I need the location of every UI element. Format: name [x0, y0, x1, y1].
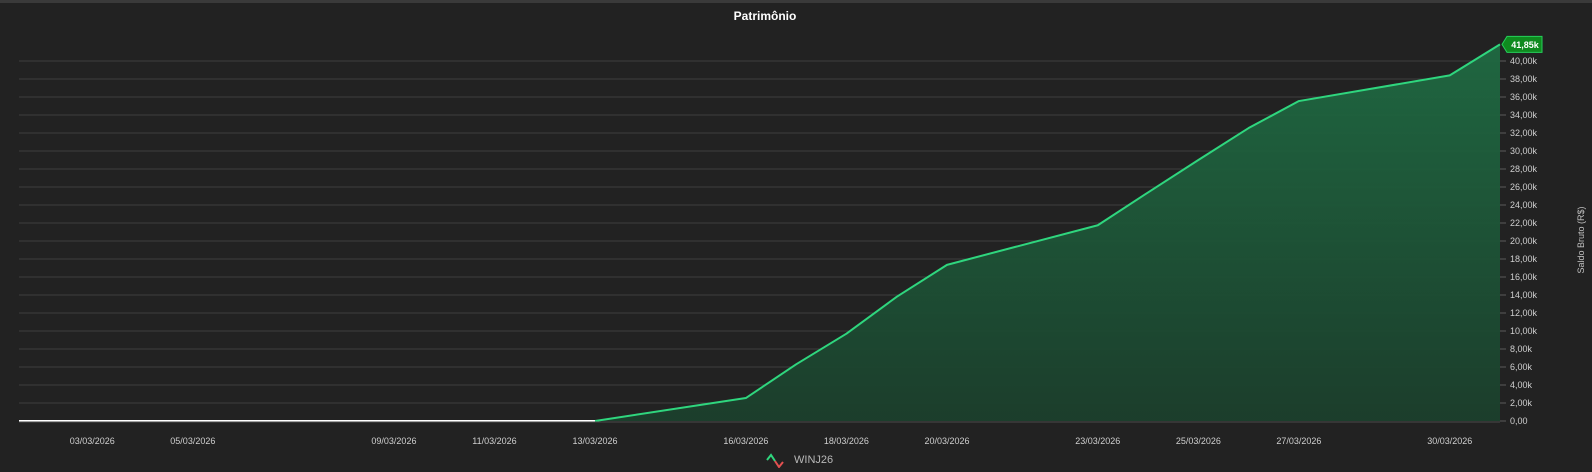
- y-tick-label: 14,00k: [1510, 290, 1538, 300]
- y-tick-label: 16,00k: [1510, 272, 1538, 282]
- series-area-fill: [42, 44, 1500, 421]
- y-tick-label: 26,00k: [1510, 182, 1538, 192]
- y-tick-label: 30,00k: [1510, 146, 1538, 156]
- chart-area: 0,00 2,00k 4,00k 6,00k 8,00k 10,00k 12,00k 14,0…: [19, 35, 1586, 446]
- series-area: [19, 43, 1501, 422]
- y-axis-label: Saldo Bruto (R$): [1576, 206, 1586, 273]
- x-tick-label: 20/03/2026: [924, 436, 969, 446]
- y-tick-label: 24,00k: [1510, 200, 1538, 210]
- y-tick-label: 34,00k: [1510, 110, 1538, 120]
- y-tick-label: 18,00k: [1510, 254, 1538, 264]
- y-tick-label: 32,00k: [1510, 128, 1538, 138]
- x-tick-label: 05/03/2026: [170, 436, 215, 446]
- x-tick-label: 16/03/2026: [723, 436, 768, 446]
- y-tick-label: 10,00k: [1510, 326, 1538, 336]
- y-tick-label: 28,00k: [1510, 164, 1538, 174]
- x-axis: 03/03/2026 05/03/2026 09/03/2026 11/03/2026…: [70, 436, 1472, 446]
- y-tick-label: 6,00k: [1510, 362, 1533, 372]
- legend[interactable]: WINJ26: [766, 452, 833, 468]
- x-tick-label: 03/03/2026: [70, 436, 115, 446]
- x-tick-label: 11/03/2026: [472, 436, 516, 446]
- y-tick-label: 36,00k: [1510, 92, 1538, 102]
- x-tick-label: 27/03/2026: [1276, 436, 1321, 446]
- up-down-line-icon: [766, 453, 784, 468]
- x-tick-label: 18/03/2026: [824, 436, 869, 446]
- y-tick-label: 40,00k: [1510, 56, 1538, 66]
- last-value-label: 41,85k: [1511, 40, 1540, 50]
- y-tick-label: 12,00k: [1510, 308, 1538, 318]
- y-tick-label: 22,00k: [1510, 218, 1538, 228]
- x-tick-label: 25/03/2026: [1176, 436, 1221, 446]
- y-tick-label: 4,00k: [1510, 380, 1533, 390]
- y-tick-label: 8,00k: [1510, 344, 1533, 354]
- y-tick-label: 38,00k: [1510, 74, 1538, 84]
- y-tick-label: 2,00k: [1510, 398, 1533, 408]
- legend-label: WINJ26: [794, 454, 834, 466]
- x-tick-label: 09/03/2026: [371, 436, 416, 446]
- y-tick-label: 0,00: [1510, 416, 1528, 426]
- y-tick-label: 20,00k: [1510, 236, 1538, 246]
- x-tick-label: 23/03/2026: [1075, 436, 1120, 446]
- x-tick-label: 30/03/2026: [1427, 436, 1472, 446]
- x-tick-label: 13/03/2026: [573, 436, 618, 446]
